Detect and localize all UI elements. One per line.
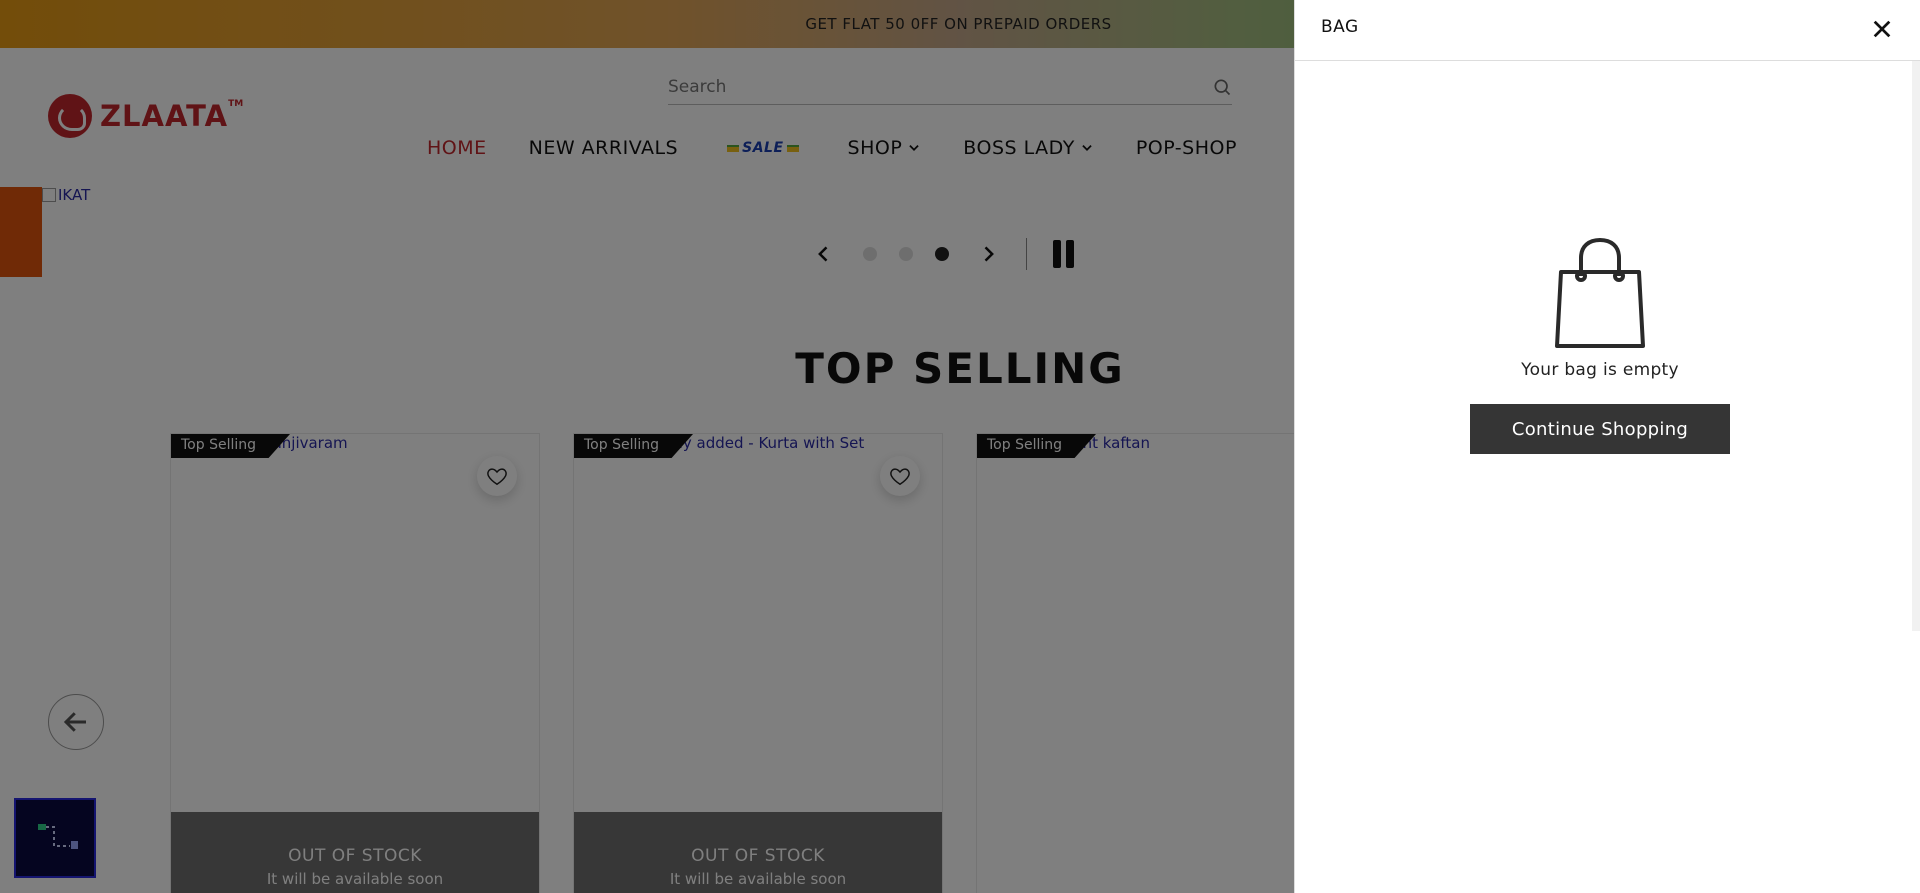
empty-bag-text: Your bag is empty (1521, 360, 1679, 380)
close-icon (1873, 20, 1891, 38)
bag-scrollbar[interactable] (1912, 61, 1920, 631)
bag-drawer-header: BAG (1295, 0, 1920, 61)
continue-shopping-button[interactable]: Continue Shopping (1470, 404, 1730, 454)
close-bag-button[interactable] (1870, 17, 1894, 41)
bag-drawer: BAG Your bag is empty Continue Shopping (1294, 0, 1920, 893)
empty-bag-state: Your bag is empty Continue Shopping (1295, 236, 1905, 454)
bag-title: BAG (1321, 17, 1359, 37)
page: GET FLAT 50 0FF ON PREPAID ORDERS ZLAATA… (0, 0, 1920, 893)
page-overlay[interactable] (0, 0, 1294, 893)
shopping-bag-icon (1555, 237, 1645, 348)
